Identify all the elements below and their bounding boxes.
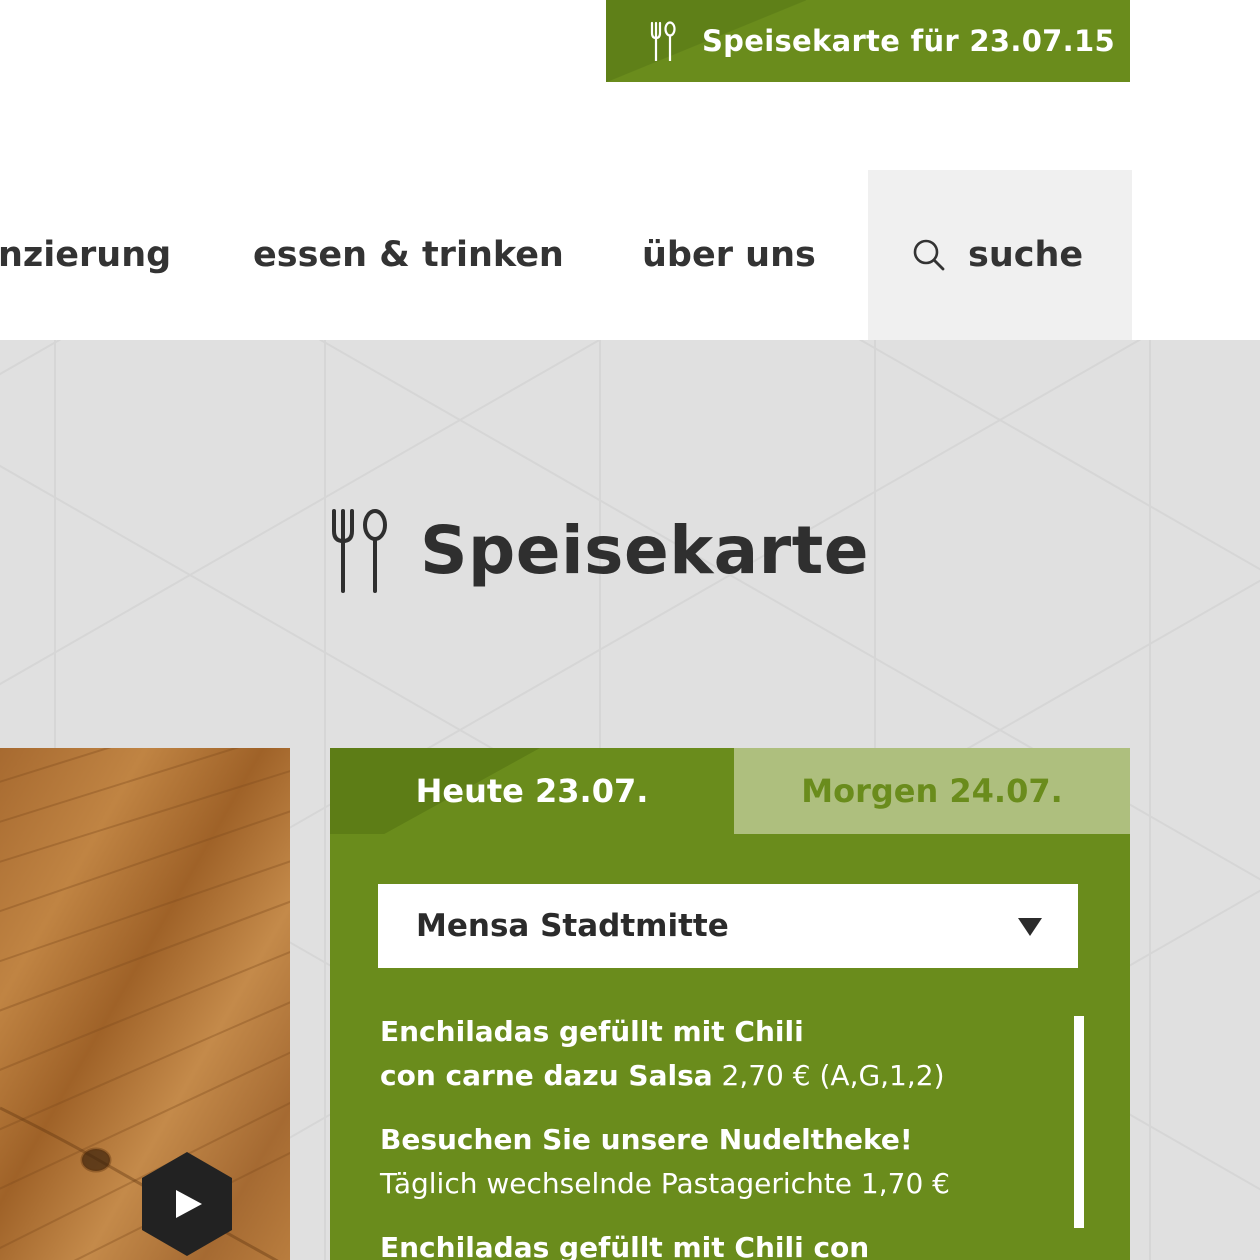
fork-knife-icon xyxy=(650,21,676,61)
fork-knife-icon xyxy=(332,509,387,593)
nav-item-essen-trinken[interactable]: essen & trinken xyxy=(253,170,564,340)
play-video-button[interactable] xyxy=(142,1152,232,1256)
tab-today[interactable]: Heute 23.07. xyxy=(330,748,734,834)
search-label: suche xyxy=(968,235,1084,275)
menu-scrollbar[interactable] xyxy=(1074,1016,1084,1228)
main-navigation: nzierung essen & trinken über uns suche xyxy=(0,170,1260,340)
chevron-down-icon xyxy=(1018,918,1042,936)
tab-today-label: Heute 23.07. xyxy=(415,772,649,810)
list-item: Besuchen Sie unsere Nudeltheke! Täglich … xyxy=(380,1118,1060,1206)
location-select-value: Mensa Stadtmitte xyxy=(416,908,729,944)
page-heading: Speisekarte xyxy=(330,500,869,600)
nav-item-finanzierung[interactable]: nzierung xyxy=(0,170,171,340)
dish-name: Enchiladas gefüllt mit Chili xyxy=(380,1015,804,1048)
dish-name-cont: con carne dazu Salsa xyxy=(380,1059,713,1092)
list-item: Enchiladas gefüllt mit Chili con xyxy=(380,1226,1060,1260)
nav-item-ueber-uns[interactable]: über uns xyxy=(642,170,816,340)
todays-menu-banner[interactable]: Speisekarte für 23.07.15 xyxy=(606,0,1130,82)
dish-name: Besuchen Sie unsere Nudeltheke! xyxy=(380,1123,913,1156)
search-icon xyxy=(913,239,945,271)
dish-description: Täglich wechselnde Pastagerichte 1,70 € xyxy=(380,1167,950,1200)
tab-tomorrow[interactable]: Morgen 24.07. xyxy=(734,748,1130,834)
page-title: Speisekarte xyxy=(420,511,870,589)
banner-label: Speisekarte für 23.07.15 xyxy=(702,24,1115,58)
location-select[interactable]: Mensa Stadtmitte xyxy=(378,884,1078,968)
menu-card: Heute 23.07. Morgen 24.07. Mensa Stadtmi… xyxy=(330,748,1130,1260)
list-item: Enchiladas gefüllt mit Chili con carne d… xyxy=(380,1010,1060,1098)
menu-list: Enchiladas gefüllt mit Chili con carne d… xyxy=(380,1010,1060,1260)
nav-search-button[interactable]: suche xyxy=(868,170,1132,340)
tab-tomorrow-label: Morgen 24.07. xyxy=(801,772,1063,810)
dish-price: 2,70 € (A,G,1,2) xyxy=(712,1059,945,1092)
dish-name: Enchiladas gefüllt mit Chili con xyxy=(380,1231,870,1260)
